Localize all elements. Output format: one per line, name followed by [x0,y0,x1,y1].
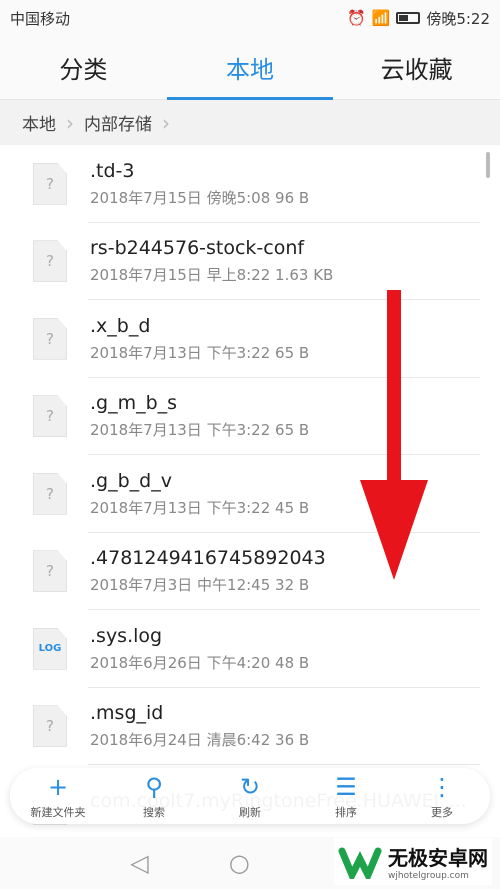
more-button[interactable]: ⋮ 更多 [394,768,490,824]
tab-local[interactable]: 本地 [166,36,334,100]
tab-cloud[interactable]: 云收藏 [333,36,500,99]
file-row[interactable]: ? rs-b244576-stock-conf 2018年7月15日 早上8:22… [0,223,500,301]
file-row[interactable]: ? .td-3 2018年7月15日 傍晚5:08 96 B [0,145,500,223]
file-meta: 2018年7月15日 傍晚5:08 96 B [90,188,310,207]
file-name: .x_b_d [90,314,151,337]
watermark-w-icon [338,847,382,879]
file-name: .g_m_b_s [90,392,178,415]
plus-icon: + [47,772,69,801]
file-meta: 2018年7月3日 中午12:45 32 B [90,576,310,595]
unknown-file-icon: ? [33,550,67,593]
watermark-title: 无极安卓网 [388,846,488,870]
file-meta: 2018年7月13日 下午3:22 65 B [90,421,310,440]
file-meta: 2018年6月26日 下午4:20 48 B [90,653,310,672]
alarm-icon: ⏰ [346,9,366,27]
file-meta: 2018年6月24日 清晨6:42 36 B [90,731,310,750]
bottom-toolbar: + 新建文件夹 ⚲ 搜索 ↻ 刷新 ☰ 排序 ⋮ 更多 [10,768,490,824]
home-icon[interactable]: ○ [229,849,250,877]
file-meta: 2018年7月13日 下午3:22 45 B [90,498,310,517]
sort-label: 排序 [335,805,357,819]
file-name: .sys.log [90,624,163,647]
breadcrumb: 本地 › 内部存储 › [0,100,500,145]
watermark-logo: 无极安卓网 wjhotelgroup.com [334,838,492,885]
clock: 傍晚5:22 [426,9,490,28]
more-label: 更多 [431,805,453,819]
search-label: 搜索 [143,805,165,819]
file-name: .4781249416745892043 [90,547,326,570]
refresh-button[interactable]: ↻ 刷新 [202,768,298,824]
file-row[interactable]: ? .msg_id 2018年6月24日 清晨6:42 36 B [0,688,500,766]
back-icon[interactable]: ◁ [130,849,148,877]
tab-category[interactable]: 分类 [0,36,167,99]
file-meta: 2018年7月15日 早上8:22 1.63 KB [90,266,334,285]
unknown-file-icon: ? [33,162,67,205]
chevron-right-icon: › [66,110,74,135]
refresh-icon: ↻ [239,772,261,801]
unknown-file-icon: ? [33,395,67,438]
red-arrow-annotation [360,290,428,580]
unknown-file-icon: ? [33,317,67,360]
search-button[interactable]: ⚲ 搜索 [106,768,202,824]
tab-bar: 分类 本地 云收藏 [0,36,500,100]
unknown-file-icon: ? [33,705,67,748]
battery-icon [396,12,421,24]
log-file-icon: LOG [33,627,67,670]
carrier: 中国移动 [10,9,71,28]
breadcrumb-internal-storage[interactable]: 内部存储 [84,110,152,135]
file-name: rs-b244576-stock-conf [90,237,305,260]
more-vertical-icon: ⋮ [430,772,454,801]
status-bar: 中国移动 ⏰ 📶 傍晚5:22 [0,0,500,36]
new-folder-label: 新建文件夹 [30,805,86,819]
sort-button[interactable]: ☰ 排序 [298,768,394,824]
chevron-right-icon: › [162,110,170,135]
sort-icon: ☰ [335,772,357,801]
unknown-file-icon: ? [33,472,67,515]
file-meta: 2018年7月13日 下午3:22 65 B [90,343,310,362]
refresh-label: 刷新 [239,805,261,819]
unknown-file-icon: ? [33,240,67,283]
breadcrumb-local[interactable]: 本地 [22,110,56,135]
new-folder-button[interactable]: + 新建文件夹 [10,768,106,824]
scrollbar[interactable] [486,152,490,178]
file-name: .td-3 [90,159,135,182]
file-row[interactable]: LOG .sys.log 2018年6月26日 下午4:20 48 B [0,610,500,688]
watermark-url: wjhotelgroup.com [388,871,469,881]
wifi-icon: 📶 [371,9,391,27]
search-icon: ⚲ [145,772,163,801]
file-name: .msg_id [90,702,164,725]
file-name: .g_b_d_v [90,469,172,492]
